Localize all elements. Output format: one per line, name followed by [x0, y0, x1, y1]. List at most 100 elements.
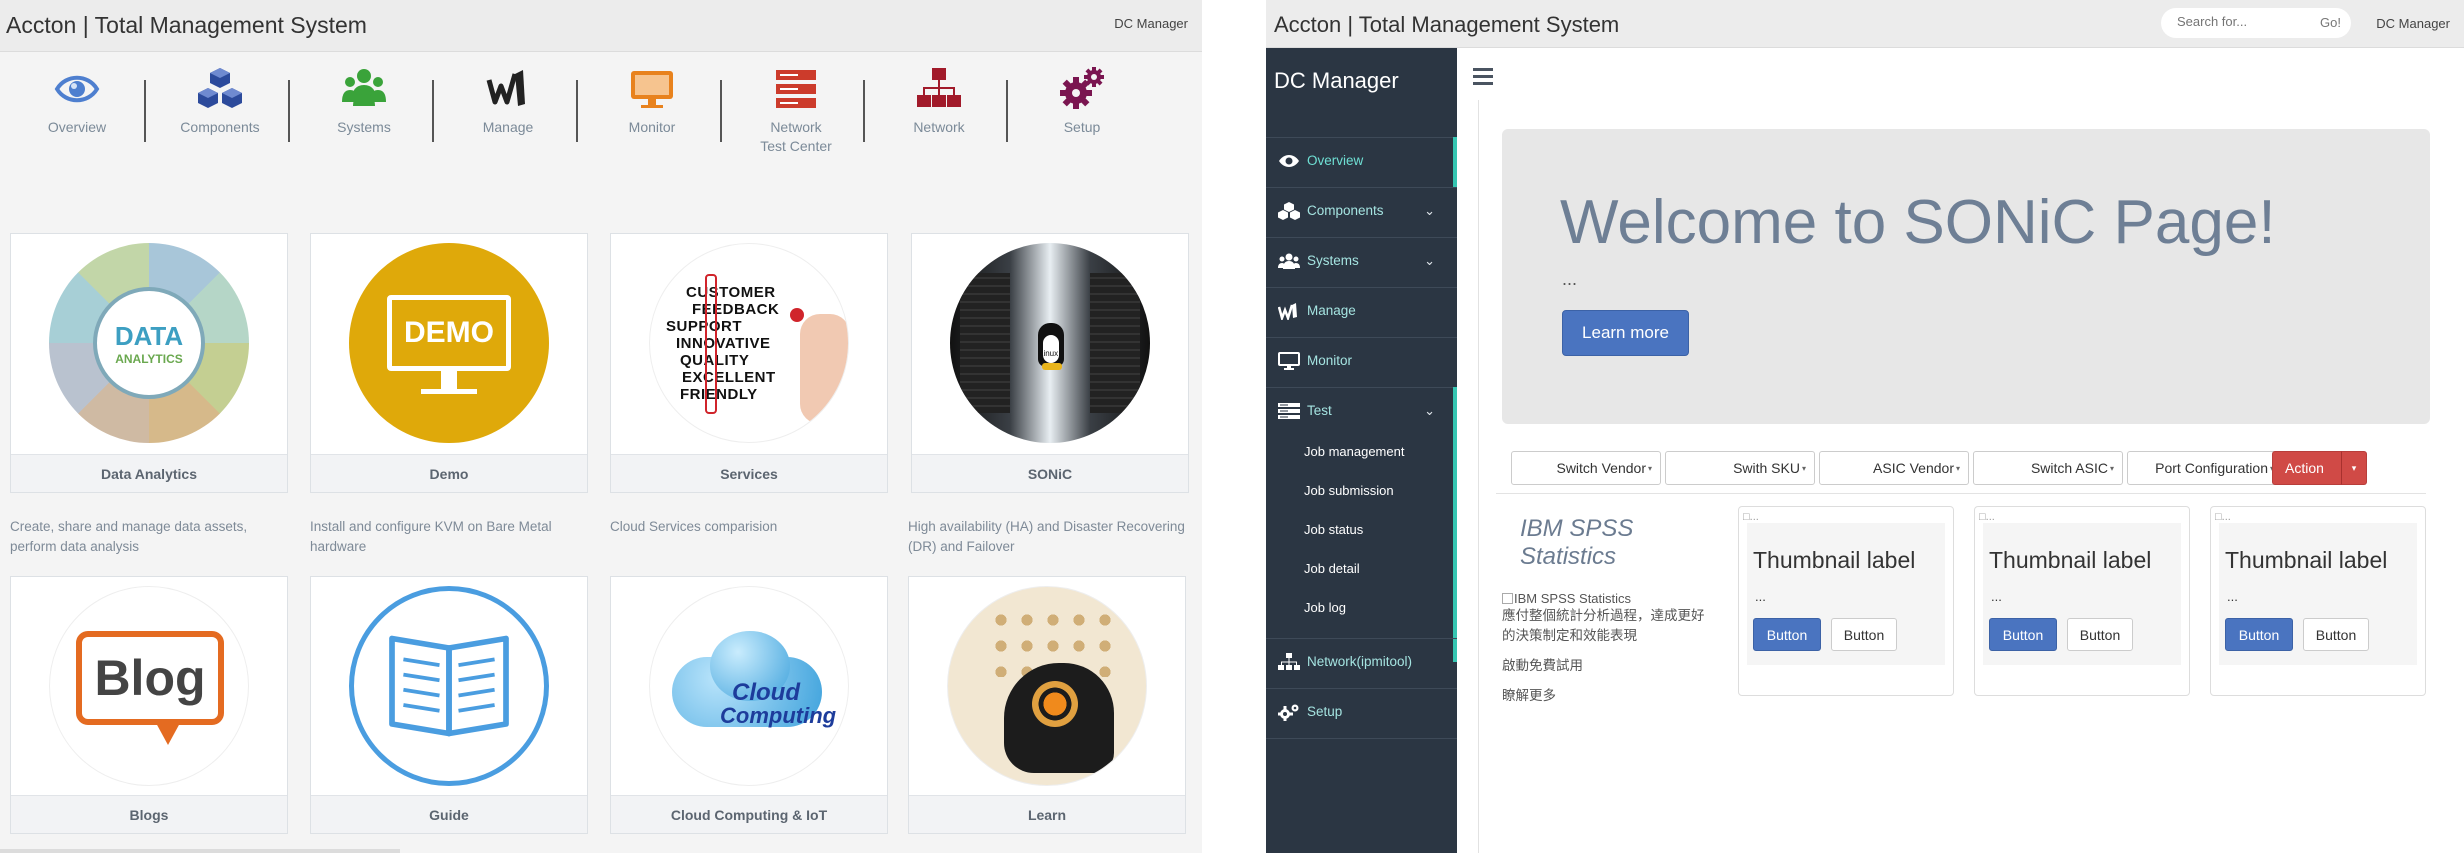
nav-components[interactable]: Components [148, 66, 292, 156]
sidebar-item-systems[interactable]: Systems ⌄ [1266, 237, 1457, 287]
sidebar-divider [1266, 738, 1457, 739]
card-title: Data Analytics [11, 454, 287, 492]
nav-label: Setup [1063, 119, 1101, 135]
card-demo[interactable]: DEMO Demo [310, 233, 588, 493]
jumbotron-text: ... [1562, 269, 1578, 289]
right-window: Accton | Total Management System Go! DC … [1266, 0, 2464, 853]
right-header: Accton | Total Management System Go! DC … [1266, 0, 2464, 48]
port-configuration-dropdown[interactable]: Port Configuration▾ [2127, 451, 2283, 485]
nav-label: Network Test Center [760, 119, 832, 154]
users-icon [1278, 253, 1300, 269]
card-learn[interactable]: Learn [908, 576, 1186, 834]
sidebar-item-overview[interactable]: Overview [1266, 137, 1457, 187]
image-text: Computing [720, 703, 837, 728]
thumbnail-primary-button[interactable]: Button [1989, 618, 2057, 651]
switch-asic-dropdown[interactable]: Switch ASIC ▾ [1973, 451, 2123, 485]
nav-label: Components [180, 119, 260, 135]
chevron-down-icon: ⌄ [1424, 203, 1435, 218]
chevron-down-icon: ⌄ [1424, 403, 1435, 418]
app-title[interactable]: Accton | Total Management System [1274, 12, 1619, 38]
active-indicator [1453, 387, 1457, 662]
card-sonic[interactable]: Linux SONiC [911, 233, 1189, 493]
cubes-icon [1278, 202, 1300, 220]
card-title: Guide [311, 795, 587, 833]
learn-more-button[interactable]: Learn more [1562, 310, 1689, 356]
image-text: Linux [1039, 349, 1059, 358]
submenu-job-submission[interactable]: Job submission [1304, 483, 1394, 498]
switch-vendor-dropdown[interactable]: Switch Vendor ▾ [1511, 451, 1661, 485]
card-blogs[interactable]: Blog Blogs [10, 576, 288, 834]
thumbnail-default-button[interactable]: Button [1831, 618, 1897, 651]
search-go-button[interactable]: Go! [2320, 15, 2341, 30]
image-text: DEMO [404, 316, 494, 349]
card-title: SONiC [912, 454, 1188, 492]
manage-logo-icon [486, 70, 525, 106]
nav-setup[interactable]: Setup [1010, 66, 1154, 156]
sidebar-item-manage[interactable]: Manage [1266, 287, 1457, 337]
sidebar-item-test[interactable]: Test ⌄ [1266, 387, 1457, 437]
thumbnail-label: Thumbnail label [1989, 547, 2152, 573]
thumbnail-default-button[interactable]: Button [2067, 618, 2133, 651]
card-description: Install and configure KVM on Bare Metal … [310, 519, 552, 554]
thumbnail-default-button[interactable]: Button [2303, 618, 2369, 651]
search-input[interactable] [2177, 14, 2297, 29]
chevron-down-icon: ⌄ [1424, 253, 1435, 268]
sitemap-icon [917, 68, 961, 107]
nav-manage[interactable]: Manage [436, 66, 580, 156]
data-analytics-image: DATA ANALYTICS [11, 234, 287, 452]
sidebar-item-monitor[interactable]: Monitor [1266, 337, 1457, 387]
window-gap [1202, 0, 1266, 853]
submenu-job-log[interactable]: Job log [1304, 600, 1346, 615]
menu-toggle-icon[interactable] [1473, 68, 1493, 86]
image-text: Blog [94, 650, 206, 706]
eye-icon [1279, 155, 1299, 167]
submenu-job-detail[interactable]: Job detail [1304, 561, 1360, 576]
submenu-job-management[interactable]: Job management [1304, 444, 1404, 459]
asic-vendor-dropdown[interactable]: ASIC Vendor ▾ [1819, 451, 1969, 485]
nav-systems[interactable]: Systems [292, 66, 436, 156]
submenu-job-status[interactable]: Job status [1304, 522, 1363, 537]
server-list-icon [776, 70, 816, 108]
users-icon [342, 69, 386, 106]
broken-image-icon: □... [1743, 511, 1759, 523]
sidebar-item-setup[interactable]: Setup [1266, 688, 1457, 738]
jumbotron: Welcome to SONiC Page! ... Learn more [1502, 129, 2430, 424]
sidebar-item-label: Systems [1307, 253, 1359, 268]
app-title[interactable]: Accton | Total Management System [6, 12, 367, 39]
user-menu-link[interactable]: DC Manager [1114, 16, 1188, 31]
nav-network-test-center[interactable]: Network Test Center [724, 66, 868, 156]
user-menu-link[interactable]: DC Manager [2376, 16, 2450, 31]
list-icon [1278, 403, 1300, 419]
card-services[interactable]: CUSTOMER FEEDBACK SUPPORT INNOVATIVE QUA… [610, 233, 888, 493]
thumbnail-label: Thumbnail label [1753, 547, 1916, 573]
horizontal-scrollbar[interactable] [0, 849, 400, 853]
spss-promo: IBM SPSS Statistics IBM SPSS Statistics … [1502, 515, 1712, 704]
thumbnail-text: ... [1991, 589, 2002, 604]
broken-image-icon: □... [1979, 511, 1995, 523]
sidebar-brand[interactable]: DC Manager [1274, 68, 1399, 94]
nav-label: Systems [337, 119, 391, 135]
card-cloud-computing[interactable]: Cloud Computing Cloud Computing & IoT [610, 576, 888, 834]
action-dropdown-toggle[interactable]: ▾ [2341, 451, 2367, 485]
open-book-icon [389, 635, 509, 737]
thumbnail-primary-button[interactable]: Button [1753, 618, 1821, 651]
nav-divider [288, 80, 290, 142]
toolbar-divider [1496, 493, 2426, 494]
spss-learn-more-link[interactable]: 瞭解更多 [1502, 684, 1712, 704]
card-guide[interactable]: Guide [310, 576, 588, 834]
nav-overview[interactable]: Overview [5, 66, 149, 156]
nav-network[interactable]: Network [867, 66, 1011, 156]
nav-divider [1006, 80, 1008, 142]
thumbnail-primary-button[interactable]: Button [2225, 618, 2293, 651]
switch-sku-dropdown[interactable]: Swith SKU ▾ [1665, 451, 1815, 485]
spss-trial-link[interactable]: 啟動免費試用 [1502, 654, 1712, 674]
search-box: Go! [2161, 8, 2351, 38]
nav-monitor[interactable]: Monitor [580, 66, 724, 156]
sidebar-item-components[interactable]: Components ⌄ [1266, 187, 1457, 237]
card-data-analytics[interactable]: DATA ANALYTICS Data Analytics [10, 233, 288, 493]
icon-navigation: Overview Components Systems Manage Monit… [0, 66, 1202, 156]
action-button[interactable]: Action [2272, 451, 2342, 485]
thumbnail-caption: Thumbnail label ... Button Button [1983, 523, 2181, 665]
card-title: Learn [909, 795, 1185, 833]
sidebar-item-network-ipmitool[interactable]: Network(ipmitool) [1266, 638, 1457, 688]
